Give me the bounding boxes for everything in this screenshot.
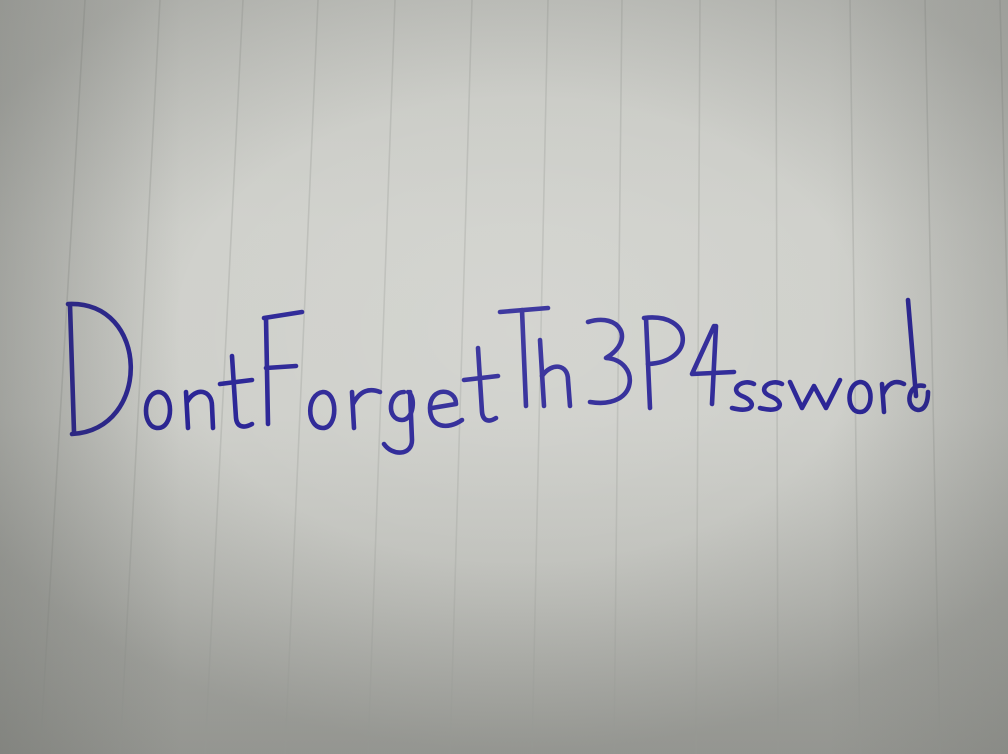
handwritten-text (65, 297, 931, 455)
paper-photo: DontForgetTh3P4ssword (0, 0, 1008, 754)
